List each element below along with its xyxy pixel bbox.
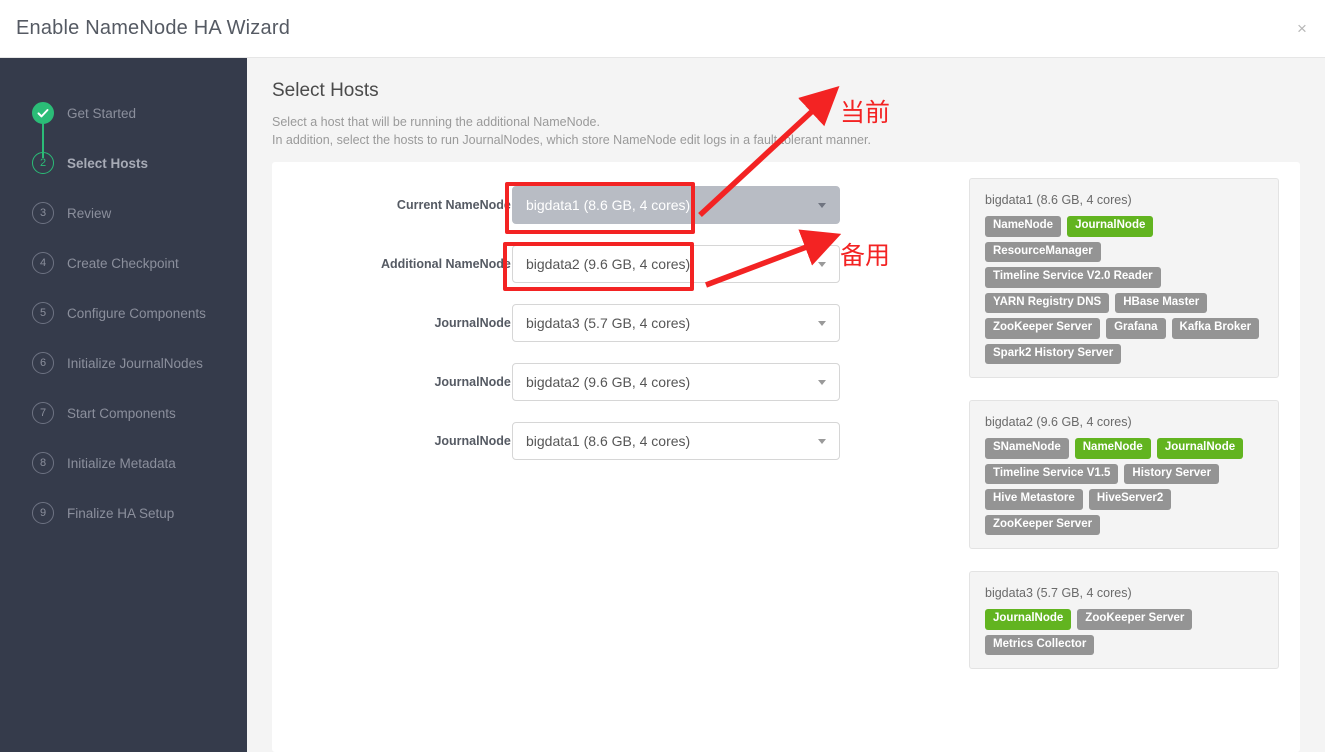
host-summary-list: bigdata1 (8.6 GB, 4 cores) NameNode Journa… xyxy=(969,178,1279,691)
sidebar-step-label: Configure Components xyxy=(67,305,206,321)
sidebar-step-get-started[interactable]: Get Started xyxy=(0,88,247,158)
host-select-1[interactable]: bigdata2 (9.6 GB, 4 cores) xyxy=(512,245,840,283)
component-badge: HBase Master xyxy=(1115,292,1208,313)
host-card-name: bigdata2 (9.6 GB, 4 cores) xyxy=(985,415,1132,429)
sidebar-step-label: Get Started xyxy=(67,105,137,121)
form-field-label: JournalNode: xyxy=(434,434,515,448)
host-select-value: bigdata3 (5.7 GB, 4 cores) xyxy=(526,315,691,331)
step-number-badge: 7 xyxy=(32,402,54,424)
annotation-label: 备用 xyxy=(840,241,891,270)
page-title: Enable NameNode HA Wizard xyxy=(16,17,291,39)
form-row: JournalNode: bigdata2 (9.6 GB, 4 cores) xyxy=(272,339,877,401)
chevron-down-icon xyxy=(818,439,826,444)
component-badge: ResourceManager xyxy=(985,241,1101,262)
sidebar-step-finalize-ha-setup: 9 Finalize HA Setup xyxy=(0,488,247,538)
ha-wizard-dialog: Enable NameNode HA Wizard × Get Started 2… xyxy=(0,0,1325,752)
sidebar-step-label: Start Components xyxy=(67,405,176,421)
host-select-value: bigdata2 (9.6 GB, 4 cores) xyxy=(526,256,691,272)
component-badge-list: NameNode JournalNode ResourceManager Timeli… xyxy=(985,216,1263,364)
chevron-down-icon xyxy=(818,203,826,208)
component-badge: Timeline Service V1.5 xyxy=(985,463,1119,484)
component-badge: JournalNode xyxy=(1156,438,1244,459)
component-badge: Hive Metastore xyxy=(985,489,1083,510)
select-hosts-panel: Current NameNode: bigdata1 (8.6 GB, 4 cor… xyxy=(272,162,1300,752)
dialog-titlebar: Enable NameNode HA Wizard × xyxy=(0,0,1325,58)
form-field-label: JournalNode: xyxy=(434,375,515,389)
host-card-name: bigdata1 (8.6 GB, 4 cores) xyxy=(985,193,1132,207)
host-select-2[interactable]: bigdata3 (5.7 GB, 4 cores) xyxy=(512,304,840,342)
check-icon xyxy=(32,102,54,124)
sidebar-step-initialize-journalnodes: 6 Initialize JournalNodes xyxy=(0,338,247,388)
host-card-name: bigdata3 (5.7 GB, 4 cores) xyxy=(985,586,1132,600)
annotation-label: 当前 xyxy=(840,98,891,127)
step-number-badge: 3 xyxy=(32,202,54,224)
sidebar-step-create-checkpoint: 4 Create Checkpoint xyxy=(0,238,247,288)
chevron-down-icon xyxy=(818,380,826,385)
component-badge-list: SNameNode NameNode JournalNode Timeline Ser… xyxy=(985,438,1263,535)
component-badge: NameNode xyxy=(1074,438,1151,459)
form-field-label: JournalNode: xyxy=(434,316,515,330)
host-select-3[interactable]: bigdata2 (9.6 GB, 4 cores) xyxy=(512,363,840,401)
step-number-badge: 6 xyxy=(32,352,54,374)
chevron-down-icon xyxy=(818,321,826,326)
host-select-value: bigdata1 (8.6 GB, 4 cores) xyxy=(526,197,691,213)
sidebar-step-configure-components: 5 Configure Components xyxy=(0,288,247,338)
wizard-step-list: Get Started 2 Select Hosts 3 Review 4 Create C… xyxy=(0,88,247,538)
section-heading: Select Hosts xyxy=(272,80,379,101)
host-card: bigdata2 (9.6 GB, 4 cores) SNameNode NameN… xyxy=(969,400,1279,549)
form-row: Additional NameNode: bigdata2 (9.6 GB, 4 … xyxy=(272,221,877,283)
host-select-value: bigdata1 (8.6 GB, 4 cores) xyxy=(526,433,691,449)
form-row: Current NameNode: bigdata1 (8.6 GB, 4 cor… xyxy=(272,162,877,224)
form-field-label: Additional NameNode: xyxy=(380,257,515,271)
component-badge: JournalNode xyxy=(1067,216,1154,237)
description-line-2: In addition, select the hosts to run Jou… xyxy=(272,133,871,147)
component-badge: History Server xyxy=(1124,463,1220,484)
sidebar-step-label: Create Checkpoint xyxy=(67,255,179,271)
component-badge: ZooKeeper Server xyxy=(1077,609,1193,630)
component-badge: HiveServer2 xyxy=(1088,489,1172,510)
sidebar-step-label: Review xyxy=(67,205,112,221)
component-badge: JournalNode xyxy=(985,609,1072,630)
step-number-badge: 5 xyxy=(32,302,54,324)
component-badge: ZooKeeper Server xyxy=(985,514,1101,535)
host-card: bigdata3 (5.7 GB, 4 cores) JournalNode Zoo… xyxy=(969,571,1279,669)
form-row: JournalNode: bigdata1 (8.6 GB, 4 cores) xyxy=(272,398,877,460)
description-line-1: Select a host that will be running the a… xyxy=(272,115,600,129)
sidebar-step-select-hosts[interactable]: 2 Select Hosts xyxy=(0,138,247,188)
main-header: Select Hosts Select a host that will be … xyxy=(272,80,871,149)
sidebar-step-label: Initialize Metadata xyxy=(67,455,176,471)
main-content: Select Hosts Select a host that will be … xyxy=(247,58,1325,752)
host-select-value: bigdata2 (9.6 GB, 4 cores) xyxy=(526,374,691,390)
host-select-0: bigdata1 (8.6 GB, 4 cores) xyxy=(512,186,840,224)
step-number-badge: 9 xyxy=(32,502,54,524)
sidebar-step-label: Select Hosts xyxy=(67,155,149,171)
component-badge-list: JournalNode ZooKeeper Server Metrics Colle… xyxy=(985,609,1263,655)
component-badge: Metrics Collector xyxy=(985,634,1095,655)
sidebar-step-start-components: 7 Start Components xyxy=(0,388,247,438)
sidebar-step-review: 3 Review xyxy=(0,188,247,238)
step-number-badge: 8 xyxy=(32,452,54,474)
form-row: JournalNode: bigdata3 (5.7 GB, 4 cores) xyxy=(272,280,877,342)
host-card: bigdata1 (8.6 GB, 4 cores) NameNode Journa… xyxy=(969,178,1279,378)
sidebar-step-initialize-metadata: 8 Initialize Metadata xyxy=(0,438,247,488)
component-badge: Timeline Service V2.0 Reader xyxy=(985,267,1161,288)
sidebar-step-label: Initialize JournalNodes xyxy=(67,355,203,371)
section-description: Select a host that will be running the a… xyxy=(272,113,871,149)
component-badge: ZooKeeper Server xyxy=(985,318,1101,339)
step-number-badge: 2 xyxy=(32,152,54,174)
component-badge: YARN Registry DNS xyxy=(985,292,1110,313)
wizard-sidebar: Get Started 2 Select Hosts 3 Review 4 Create C… xyxy=(0,58,247,752)
chevron-down-icon xyxy=(818,262,826,267)
close-icon[interactable]: × xyxy=(1289,16,1315,42)
sidebar-step-label: Finalize HA Setup xyxy=(67,505,175,521)
component-badge: Spark2 History Server xyxy=(985,343,1122,364)
form-field-label: Current NameNode: xyxy=(396,198,515,212)
component-badge: Grafana xyxy=(1106,318,1166,339)
host-assignment-form: Current NameNode: bigdata1 (8.6 GB, 4 cor… xyxy=(272,162,877,460)
component-badge: NameNode xyxy=(985,216,1062,237)
component-badge: Kafka Broker xyxy=(1171,318,1260,339)
host-select-4[interactable]: bigdata1 (8.6 GB, 4 cores) xyxy=(512,422,840,460)
component-badge: SNameNode xyxy=(985,438,1069,459)
step-number-badge: 4 xyxy=(32,252,54,274)
